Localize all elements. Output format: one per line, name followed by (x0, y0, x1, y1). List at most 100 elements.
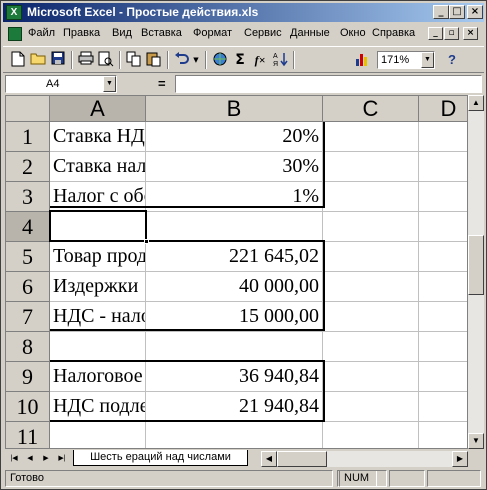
column-header-a[interactable]: A (50, 96, 146, 122)
workbook-icon[interactable] (8, 27, 22, 41)
cell-c11[interactable] (323, 422, 419, 448)
menu-edit[interactable]: Правка (63, 27, 100, 39)
zoom-select[interactable]: 171% ▼ (377, 51, 435, 69)
sort-ascending-icon[interactable]: AЯ (271, 51, 289, 69)
function-icon[interactable]: f× (251, 51, 269, 69)
chevron-down-icon[interactable]: ▼ (103, 76, 116, 92)
scroll-right-button[interactable]: ▶ (452, 451, 468, 467)
title-bar[interactable]: X Microsoft Excel - Простые действия.xls… (3, 3, 484, 22)
last-sheet-icon[interactable]: ▶| (55, 451, 69, 466)
row-header[interactable]: 5 (6, 242, 50, 272)
menu-format[interactable]: Формат (193, 27, 232, 39)
row-header[interactable]: 7 (6, 302, 50, 332)
menu-data[interactable]: Данные (290, 27, 330, 39)
row-header[interactable]: 10 (6, 392, 50, 422)
cell-b8[interactable] (146, 332, 323, 362)
cell-c10[interactable] (323, 392, 419, 422)
save-icon[interactable] (49, 51, 67, 69)
maximize-button[interactable]: □ (449, 5, 465, 19)
worksheet-grid[interactable]: A B C D 1Ставка НДС20%2Ставка налога30%3… (5, 95, 468, 449)
menu-help[interactable]: Справка (372, 27, 415, 39)
cell-d6[interactable] (419, 272, 467, 302)
formula-input[interactable] (175, 75, 482, 93)
print-icon[interactable] (77, 51, 95, 69)
row-header[interactable]: 8 (6, 332, 50, 362)
doc-minimize-button[interactable]: _ (428, 27, 443, 40)
cell-d11[interactable] (419, 422, 467, 448)
cell-d2[interactable] (419, 152, 467, 182)
scroll-down-button[interactable]: ▼ (468, 433, 484, 449)
cell-b4[interactable] (146, 212, 323, 242)
formula-equals-sign[interactable]: = (158, 76, 166, 91)
cell-b11[interactable] (146, 422, 323, 448)
new-document-icon[interactable] (9, 51, 27, 69)
cell-c1[interactable] (323, 122, 419, 152)
sheet-tabs-bar: |◀ ◀ ▶ ▶| Шесть ераций над числами ◀ ▶ (3, 450, 484, 467)
vertical-scrollbar[interactable]: ▲ ▼ (468, 95, 484, 449)
hyperlink-icon[interactable] (211, 51, 229, 69)
fill-handle[interactable] (144, 239, 149, 244)
column-header-c[interactable]: C (323, 96, 419, 122)
row-header[interactable]: 2 (6, 152, 50, 182)
cell-c9[interactable] (323, 362, 419, 392)
horizontal-scrollbar[interactable]: ◀ ▶ (261, 451, 468, 467)
doc-close-button[interactable]: × (463, 27, 478, 40)
cell-c3[interactable] (323, 182, 419, 212)
row-header[interactable]: 9 (6, 362, 50, 392)
undo-icon[interactable] (173, 51, 191, 69)
cell-d3[interactable] (419, 182, 467, 212)
menu-file[interactable]: Файл (28, 27, 55, 39)
help-icon[interactable]: ? (443, 51, 461, 69)
print-preview-icon[interactable] (97, 51, 115, 69)
vertical-scroll-thumb[interactable] (468, 235, 484, 295)
cell-d10[interactable] (419, 392, 467, 422)
chevron-down-icon[interactable]: ▼ (421, 52, 434, 68)
status-panel-empty (427, 470, 481, 487)
cell-a8[interactable] (50, 332, 146, 362)
horizontal-scroll-thumb[interactable] (277, 451, 327, 467)
row-header[interactable]: 6 (6, 272, 50, 302)
num-lock-indicator: NUM (339, 470, 387, 487)
minimize-button[interactable]: _ (433, 5, 449, 19)
next-sheet-icon[interactable]: ▶ (39, 451, 53, 466)
cell-c2[interactable] (323, 152, 419, 182)
excel-app-icon[interactable]: X (6, 5, 22, 20)
cell-c5[interactable] (323, 242, 419, 272)
menu-insert[interactable]: Вставка (141, 27, 182, 39)
cell-c6[interactable] (323, 272, 419, 302)
close-button[interactable]: × (467, 5, 483, 19)
copy-icon[interactable] (125, 51, 143, 69)
cell-c7[interactable] (323, 302, 419, 332)
cell-d4[interactable] (419, 212, 467, 242)
column-header-d[interactable]: D (419, 96, 467, 122)
doc-restore-button[interactable]: ▫ (444, 27, 459, 40)
cell-d5[interactable] (419, 242, 467, 272)
menu-tools[interactable]: Сервис (244, 27, 282, 39)
select-all-corner[interactable] (6, 96, 50, 122)
first-sheet-icon[interactable]: |◀ (7, 451, 21, 466)
row-header[interactable]: 4 (6, 212, 50, 242)
open-folder-icon[interactable] (29, 51, 47, 69)
row-header[interactable]: 3 (6, 182, 50, 212)
undo-dropdown-icon[interactable]: ▼ (191, 51, 201, 69)
cell-d7[interactable] (419, 302, 467, 332)
row-header[interactable]: 11 (6, 422, 50, 448)
scroll-up-button[interactable]: ▲ (468, 95, 484, 111)
cell-c8[interactable] (323, 332, 419, 362)
sheet-tab-active[interactable]: Шесть ераций над числами (73, 450, 248, 466)
autosum-icon[interactable]: Σ (231, 51, 249, 69)
prev-sheet-icon[interactable]: ◀ (23, 451, 37, 466)
row-header[interactable]: 1 (6, 122, 50, 152)
paste-icon[interactable] (145, 51, 163, 69)
cell-c4[interactable] (323, 212, 419, 242)
menu-window[interactable]: Окно (340, 27, 366, 39)
cell-d8[interactable] (419, 332, 467, 362)
name-box[interactable]: A4 ▼ (5, 75, 117, 93)
cell-d9[interactable] (419, 362, 467, 392)
chart-wizard-icon[interactable] (353, 51, 371, 69)
menu-view[interactable]: Вид (112, 27, 132, 39)
cell-a11[interactable] (50, 422, 146, 448)
scroll-left-button[interactable]: ◀ (261, 451, 277, 467)
cell-d1[interactable] (419, 122, 467, 152)
column-header-b[interactable]: B (146, 96, 323, 122)
